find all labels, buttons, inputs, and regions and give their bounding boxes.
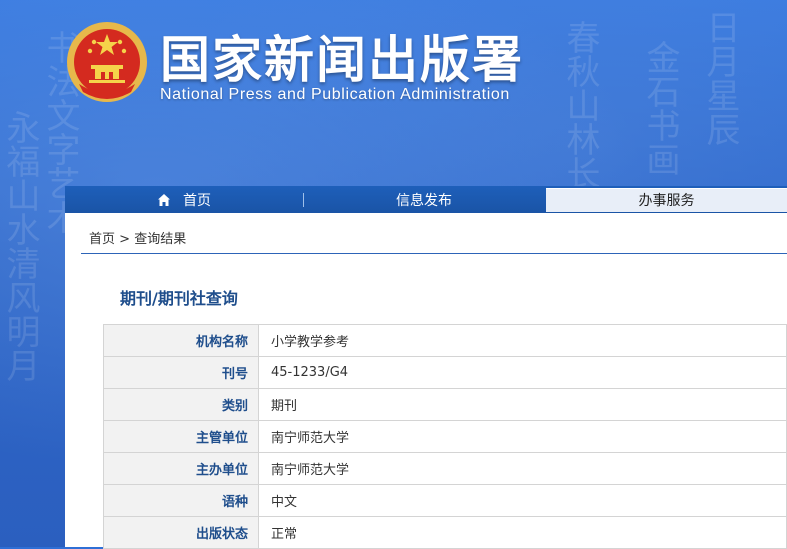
breadcrumb: 首页 > 查询结果 xyxy=(89,228,186,247)
nav-item-service[interactable]: 办事服务 xyxy=(546,187,787,212)
result-table: 机构名称 小学教学参考 刊号 45-1233/G4 类别 期刊 主管单位 南宁师… xyxy=(103,324,787,549)
row-label: 语种 xyxy=(103,484,259,517)
row-value: 南宁师范大学 xyxy=(258,452,787,485)
breadcrumb-separator: > xyxy=(119,232,131,247)
nav-service-label: 办事服务 xyxy=(638,193,695,209)
row-value: 期刊 xyxy=(258,388,787,421)
page-title: 期刊/期刊社查询 xyxy=(120,289,238,308)
row-value: 正常 xyxy=(258,516,787,549)
nav-info-label: 信息发布 xyxy=(396,192,452,209)
table-row: 出版状态 正常 xyxy=(103,516,787,549)
row-label: 刊号 xyxy=(103,356,259,389)
main-content: 首页 > 查询结果 期刊/期刊社查询 机构名称 小学教学参考 刊号 45-123… xyxy=(65,213,787,549)
breadcrumb-home-link[interactable]: 首页 xyxy=(89,232,115,247)
nav-item-home[interactable]: 首页 xyxy=(65,186,303,213)
table-row: 刊号 45-1233/G4 xyxy=(103,356,787,389)
row-label: 类别 xyxy=(103,388,259,421)
row-value: 中文 xyxy=(258,484,787,517)
row-value: 南宁师范大学 xyxy=(258,420,787,453)
breadcrumb-current: 查询结果 xyxy=(134,232,187,247)
table-row: 主办单位 南宁师范大学 xyxy=(103,452,787,485)
home-icon xyxy=(158,193,170,206)
site-title: 国家新闻出版署 xyxy=(160,31,524,89)
table-row: 机构名称 小学教学参考 xyxy=(103,324,787,357)
row-label: 主管单位 xyxy=(103,420,259,453)
nav-item-info[interactable]: 信息发布 xyxy=(304,186,544,213)
nav-home-label: 首页 xyxy=(183,192,211,209)
row-label: 机构名称 xyxy=(103,324,259,357)
breadcrumb-divider xyxy=(81,253,787,254)
main-nav: 首页 信息发布 办事服务 xyxy=(65,186,787,213)
row-label: 出版状态 xyxy=(103,516,259,549)
row-value: 小学教学参考 xyxy=(258,324,787,357)
table-row: 主管单位 南宁师范大学 xyxy=(103,420,787,453)
row-label: 主办单位 xyxy=(103,452,259,485)
site-subtitle: National Press and Publication Administr… xyxy=(160,86,510,103)
table-row: 类别 期刊 xyxy=(103,388,787,421)
national-emblem-icon[interactable] xyxy=(65,20,149,104)
site-header: 国家新闻出版署 National Press and Publication A… xyxy=(0,0,787,185)
table-row: 语种 中文 xyxy=(103,484,787,517)
row-value: 45-1233/G4 xyxy=(258,356,787,389)
